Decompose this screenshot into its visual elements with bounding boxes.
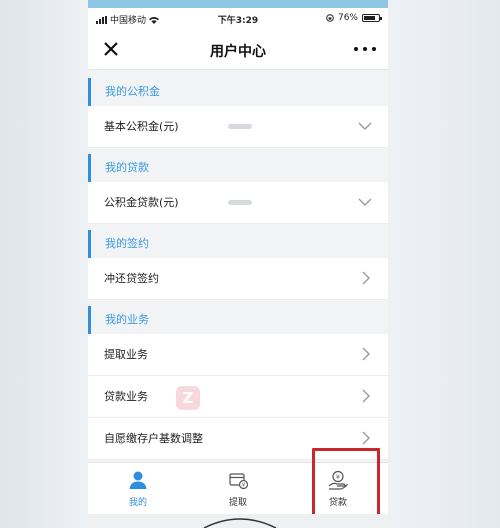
row-repayment-contract[interactable]: 冲还贷签约 [88,258,388,300]
section-header-my-business: 我的业务 [88,306,388,334]
chevron-down-icon[interactable] [358,197,372,207]
section-header-provident-fund: 我的公积金 [88,78,388,106]
blurred-value [228,124,252,129]
row-label: 自愿缴存户基数调整 [104,432,203,445]
background-left [0,0,88,528]
row-label: 提取业务 [104,348,148,361]
phone-screen: 中国移动 下午3:29 76% 用户中心 我的公积金 基本公积金(元) 我的贷款… [88,8,388,528]
tab-label: 提取 [228,498,247,508]
page-title: 用户中心 [210,44,266,60]
tab-label: 贷款 [328,498,347,508]
home-gesture-icon [203,518,277,528]
row-label: 基本公积金(元) [104,120,179,133]
person-icon [129,471,147,489]
chevron-down-icon[interactable] [358,121,372,131]
tab-bar: 我的 ¥ 提取 ¥ 贷款 [88,462,388,514]
tab-withdraw[interactable]: ¥ 提取 [188,463,288,514]
watermark-logo: Z [176,386,200,410]
row-provident-fund-loan[interactable]: 公积金贷款(元) [88,182,388,224]
chevron-right-icon[interactable] [362,389,370,403]
status-bar: 中国移动 下午3:29 76% [88,8,388,30]
battery-icon [362,14,382,22]
row-label: 公积金贷款(元) [104,196,179,209]
status-right: 76% [326,13,382,23]
navigation-bar: 用户中心 [88,30,388,70]
tab-label: 我的 [128,498,147,508]
chevron-right-icon[interactable] [362,431,370,445]
section-header-my-loans: 我的贷款 [88,154,388,182]
withdraw-icon: ¥ [229,473,249,490]
row-voluntary-base-adjustment[interactable]: 自愿缴存户基数调整 [88,418,388,460]
tab-loan[interactable]: ¥ 贷款 [288,463,388,514]
svg-text:¥: ¥ [242,483,246,489]
row-label: 贷款业务 [104,390,148,403]
content-area: 我的公积金 基本公积金(元) 我的贷款 公积金贷款(元) 我的签约 冲还贷签约 … [88,70,388,462]
row-label: 冲还贷签约 [104,272,159,285]
battery-fill [364,16,375,20]
tab-mine[interactable]: 我的 [88,463,188,514]
row-basic-provident-fund[interactable]: 基本公积金(元) [88,106,388,148]
row-loan-business[interactable]: 贷款业务 Z [88,376,388,418]
svg-text:¥: ¥ [336,473,340,481]
chevron-right-icon[interactable] [362,347,370,361]
loan-icon: ¥ [328,470,349,490]
chevron-right-icon[interactable] [362,271,370,285]
orientation-lock-icon [326,14,334,22]
blurred-value [228,200,252,205]
background-right [388,0,500,528]
row-withdrawal-business[interactable]: 提取业务 [88,334,388,376]
section-header-my-contracts: 我的签约 [88,230,388,258]
battery-percent: 76% [337,13,358,23]
bottom-strip [88,514,388,528]
more-icon[interactable] [354,42,376,56]
